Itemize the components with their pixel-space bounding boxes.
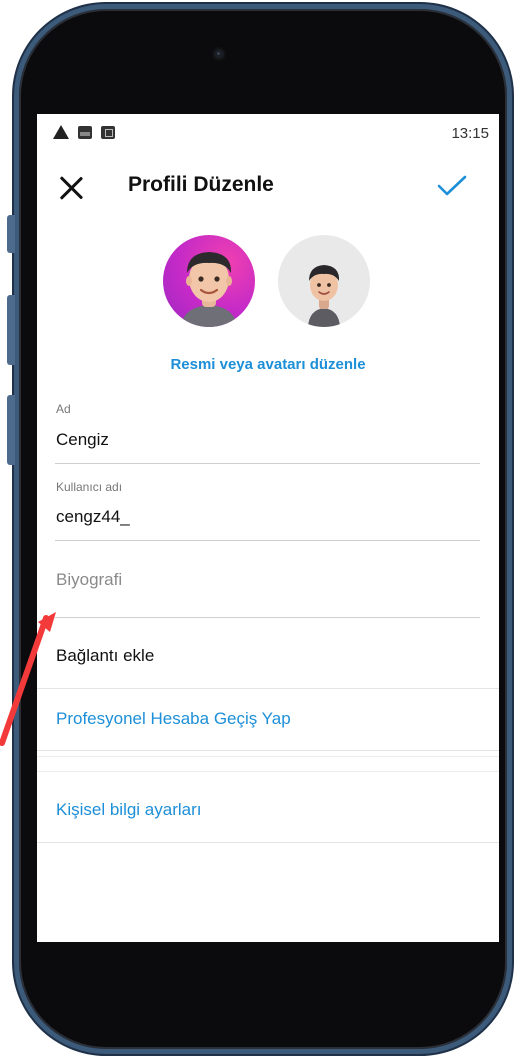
professional-account-label: Profesyonel Hesaba Geçiş Yap	[56, 709, 291, 728]
edit-photo-link[interactable]: Resmi veya avatarı düzenle	[37, 356, 499, 373]
bio-placeholder: Biyografi	[56, 570, 123, 589]
status-time: 13:15	[451, 125, 489, 142]
volume-down-button	[7, 395, 15, 465]
header: Profili Düzenle	[37, 164, 499, 208]
personal-info-label: Kişisel bilgi ayarları	[56, 800, 202, 819]
app-icon	[101, 125, 115, 139]
warning-icon	[53, 125, 69, 139]
name-label: Ad	[56, 402, 71, 416]
mute-switch	[7, 215, 15, 253]
bio-field[interactable]: Biyografi	[55, 550, 480, 618]
section-divider	[37, 756, 499, 772]
username-value: cengz44_	[56, 507, 130, 526]
profile-avatar[interactable]	[163, 235, 255, 327]
screen: 13:15 Profili Düzenle Resmi veya avatarı…	[37, 114, 499, 942]
close-icon[interactable]	[57, 174, 85, 202]
page-title: Profili Düzenle	[128, 173, 274, 196]
annotation-arrow-icon	[0, 612, 56, 746]
username-field[interactable]: Kullanıcı adı cengz44_	[55, 472, 480, 541]
image-icon	[78, 125, 92, 139]
status-bar: 13:15	[37, 114, 499, 152]
name-field[interactable]: Ad Cengiz	[55, 394, 480, 464]
checkmark-icon[interactable]	[435, 172, 469, 200]
add-link-row[interactable]: Bağlantı ekle	[37, 622, 499, 689]
add-link-label: Bağlantı ekle	[56, 646, 155, 665]
personal-info-row[interactable]: Kişisel bilgi ayarları	[37, 772, 499, 843]
volume-up-button	[7, 295, 15, 365]
username-label: Kullanıcı adı	[56, 480, 123, 494]
name-value: Cengiz	[56, 430, 109, 449]
front-camera	[214, 49, 224, 59]
professional-account-row[interactable]: Profesyonel Hesaba Geçiş Yap	[37, 689, 499, 751]
avatar-image[interactable]	[278, 235, 370, 327]
